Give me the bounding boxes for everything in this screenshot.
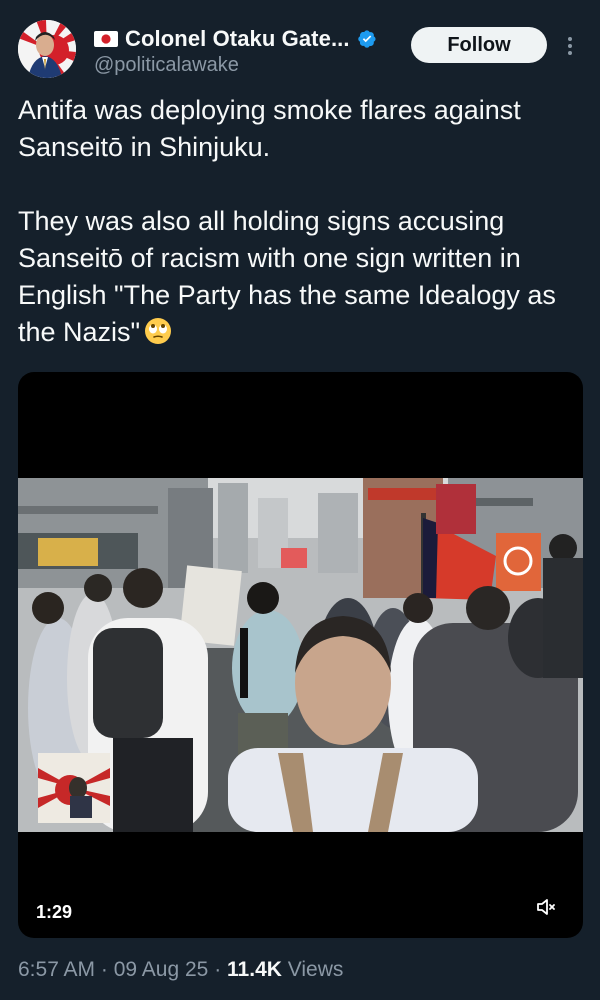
- tweet-text: Antifa was deploying smoke flares agains…: [18, 92, 582, 351]
- tweet-meta: 6:57 AM · 09 Aug 25 · 11.4K Views: [18, 958, 343, 982]
- meta-separator: ·: [214, 958, 222, 981]
- author-display-name[interactable]: Colonel Otaku Gate...: [125, 26, 350, 52]
- meta-separator: ·: [100, 958, 108, 981]
- tweet-date[interactable]: 09 Aug 25: [114, 958, 209, 981]
- author-name-row[interactable]: Colonel Otaku Gate...: [94, 26, 377, 52]
- author-avatar[interactable]: [18, 20, 76, 78]
- tweet-paragraph-2: They was also all holding signs accusing…: [18, 203, 582, 351]
- video-duration-badge: 1:29: [36, 902, 73, 922]
- video-player[interactable]: 1:29: [18, 372, 583, 938]
- tweet-time[interactable]: 6:57 AM: [18, 958, 95, 981]
- author-handle[interactable]: @politicalawake: [94, 54, 239, 77]
- follow-button[interactable]: Follow: [411, 27, 547, 63]
- views-count: 11.4K: [227, 958, 282, 981]
- avatar-image: [18, 20, 76, 78]
- volume-muted-icon[interactable]: [534, 895, 558, 919]
- video-frame: [18, 478, 583, 832]
- tweet-paragraph-2-text: They was also all holding signs accusing…: [18, 206, 556, 347]
- verified-badge-icon[interactable]: [357, 29, 377, 49]
- tweet-card: Colonel Otaku Gate... @politicalawake Fo…: [0, 0, 600, 1000]
- japan-flag-icon: [94, 31, 118, 47]
- views-label: Views: [287, 958, 344, 981]
- rolling-eyes-emoji-icon: [144, 317, 172, 345]
- tweet-paragraph-1: Antifa was deploying smoke flares agains…: [18, 95, 521, 162]
- more-options-icon[interactable]: [562, 34, 578, 58]
